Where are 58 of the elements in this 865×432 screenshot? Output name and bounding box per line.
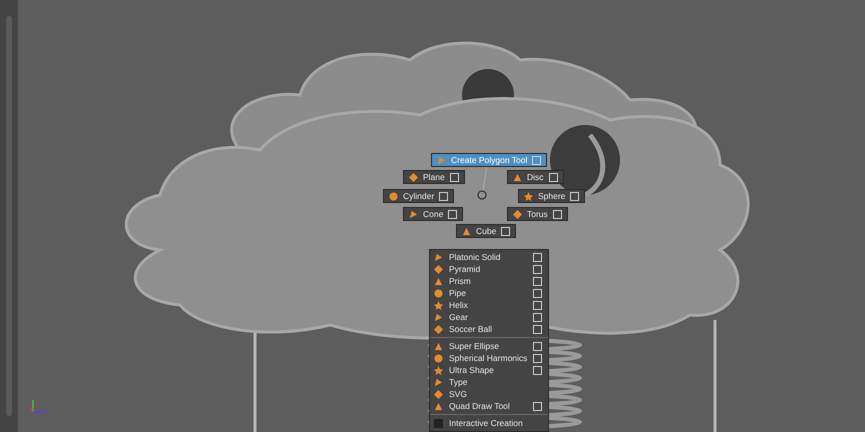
menu-item[interactable]: Gear — [430, 311, 548, 323]
menu-item[interactable]: Pyramid — [430, 263, 548, 275]
option-box[interactable] — [450, 172, 459, 182]
option-box[interactable] — [533, 402, 542, 410]
menu-item[interactable]: Prism — [430, 275, 548, 287]
menu-item[interactable]: Soccer Ball — [430, 323, 548, 335]
star-icon — [524, 192, 533, 200]
option-box[interactable] — [533, 366, 542, 374]
polygon-icon — [434, 312, 443, 322]
option-box[interactable] — [533, 300, 542, 310]
option-box[interactable] — [439, 192, 448, 200]
radial-menu-item[interactable]: Sphere — [518, 189, 586, 203]
diamond-icon — [513, 210, 522, 218]
axis-gizmo-icon — [30, 398, 46, 414]
diamond-icon — [434, 390, 443, 398]
triangle-icon — [434, 342, 443, 350]
option-box[interactable] — [533, 264, 542, 274]
option-box[interactable] — [501, 226, 510, 236]
triangle-icon — [434, 276, 443, 286]
circle-icon — [434, 354, 443, 362]
triangle-icon — [513, 172, 522, 182]
radial-menu-item[interactable]: Cylinder — [383, 189, 454, 203]
menu-item[interactable]: Type — [430, 376, 548, 388]
radial-menu-item[interactable]: Cube — [456, 224, 516, 238]
option-box[interactable] — [533, 252, 542, 262]
radial-menu-item[interactable]: Disc — [507, 170, 564, 184]
polygon-icon — [409, 210, 418, 218]
menu-item[interactable]: Quad Draw Tool — [430, 400, 548, 412]
triangle-icon — [434, 402, 443, 410]
star-icon — [434, 300, 443, 310]
diamond-icon — [434, 324, 443, 334]
radial-menu-item[interactable]: Torus — [507, 207, 568, 221]
option-box[interactable] — [570, 192, 580, 200]
menu-item[interactable]: Helix — [430, 299, 548, 311]
option-box[interactable] — [533, 342, 542, 350]
radial-menu-item[interactable]: Cone — [403, 207, 464, 221]
option-box[interactable] — [533, 354, 542, 362]
circle-icon — [389, 192, 398, 200]
menu-item[interactable]: Platonic Solid — [430, 251, 548, 263]
option-box[interactable] — [448, 210, 458, 218]
polygon-icon — [434, 378, 443, 386]
option-box[interactable] — [533, 312, 542, 322]
option-box[interactable] — [552, 210, 562, 218]
checkbox[interactable] — [434, 418, 443, 428]
menu-item[interactable]: SVG — [430, 388, 548, 400]
circle-icon — [434, 288, 443, 298]
diamond-icon — [434, 264, 443, 274]
option-box[interactable] — [533, 288, 542, 298]
polygon-icon — [434, 252, 443, 262]
triangle-icon — [462, 226, 471, 236]
option-box[interactable] — [533, 324, 542, 334]
option-box[interactable] — [548, 172, 558, 182]
star-icon — [434, 366, 443, 374]
diamond-icon — [409, 172, 418, 182]
option-box[interactable] — [533, 276, 542, 286]
radial-menu-item[interactable]: Plane — [403, 170, 465, 184]
polygon-icon — [437, 156, 446, 164]
menu-item[interactable]: Pipe — [430, 287, 548, 299]
